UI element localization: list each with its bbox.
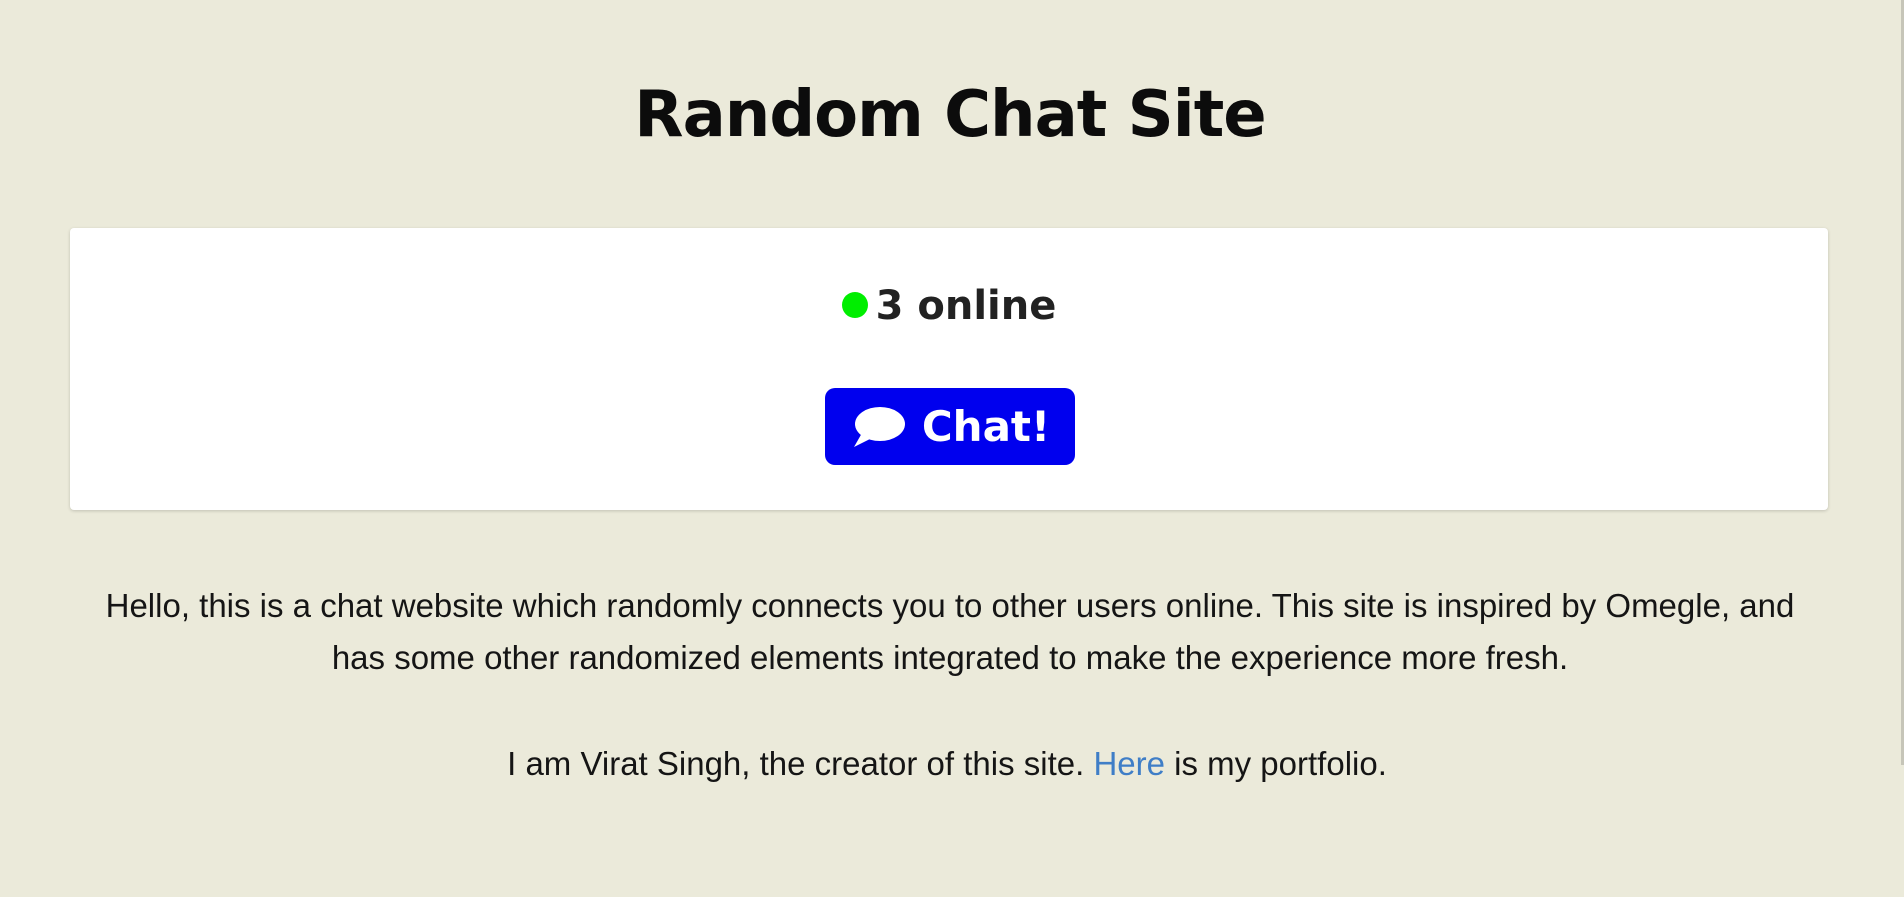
page: Random Chat Site 3 online Chat! Hello, t…	[0, 0, 1904, 897]
creator-text-before: I am Virat Singh, the creator of this si…	[507, 745, 1094, 782]
portfolio-link[interactable]: Here	[1093, 745, 1165, 782]
page-title: Random Chat Site	[634, 78, 1266, 152]
online-indicator-icon	[841, 292, 868, 318]
chat-card: 3 online Chat!	[70, 228, 1828, 510]
scrollbar[interactable]	[1898, 0, 1904, 897]
creator-text-after: is my portfolio.	[1164, 745, 1387, 782]
online-count: 3 online	[875, 283, 1057, 329]
chat-button-label: Chat!	[921, 402, 1051, 451]
online-status: 3 online	[70, 276, 1828, 336]
speech-bubble-icon	[853, 406, 905, 447]
intro-text: Hello, this is a chat website which rand…	[105, 587, 1795, 676]
creator-text: I am Virat Singh, the creator of this si…	[0, 738, 1894, 790]
chat-button[interactable]: Chat!	[825, 388, 1075, 465]
